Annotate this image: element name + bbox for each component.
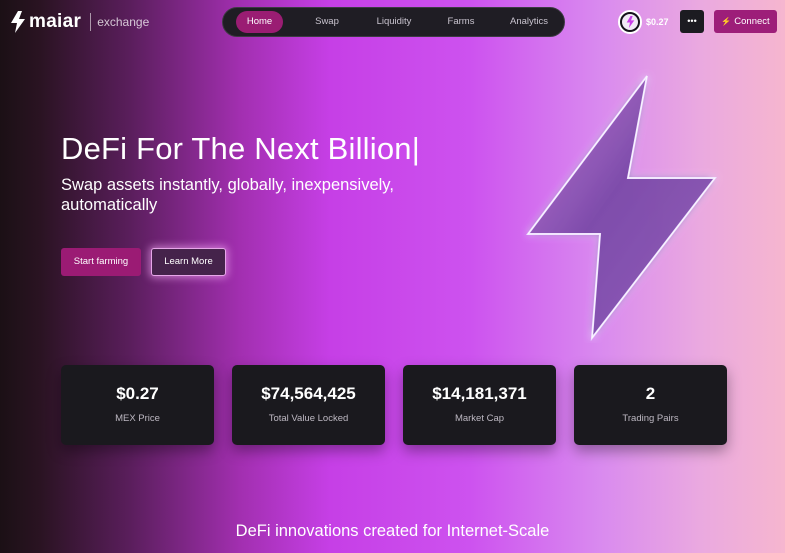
stat-value: 2 <box>645 384 656 403</box>
stat-label: MEX Price <box>115 413 160 424</box>
stat-label: Market Cap <box>454 413 505 424</box>
learn-more-button[interactable]: Learn More <box>151 248 226 276</box>
nav-item-farms[interactable]: Farms <box>436 11 486 33</box>
bolt-logo-icon <box>11 11 25 33</box>
stat-card-market-cap: $14,181,371 Market Cap <box>403 365 556 445</box>
start-farming-button[interactable]: Start farming <box>61 248 141 276</box>
mex-price-chip[interactable]: $0.27 <box>618 9 669 35</box>
connect-button[interactable]: ⚡ Connect <box>714 10 777 33</box>
brand-logo[interactable]: maiar exchange <box>10 10 149 34</box>
brand-sub: exchange <box>97 15 150 29</box>
bolt-icon: ⚡ <box>721 17 732 26</box>
more-menu-button[interactable]: ••• <box>680 10 704 33</box>
nav-item-swap[interactable]: Swap <box>302 11 352 33</box>
nav-item-liquidity[interactable]: Liquidity <box>367 11 421 33</box>
nav-item-home[interactable]: Home <box>236 11 283 33</box>
hero-title: DeFi For The Next Billion| <box>61 131 420 166</box>
stat-card-trading-pairs: 2 Trading Pairs <box>574 365 727 445</box>
connect-label: Connect <box>734 16 770 27</box>
stat-value: $0.27 <box>116 384 159 403</box>
stat-card-mex-price: $0.27 MEX Price <box>61 365 214 445</box>
stat-card-tvl: $74,564,425 Total Value Locked <box>232 365 385 445</box>
mex-price-value: $0.27 <box>646 17 669 27</box>
stat-value: $74,564,425 <box>261 384 356 403</box>
hero-subtitle: Swap assets instantly, globally, inexpen… <box>61 176 394 214</box>
stat-label: Total Value Locked <box>268 413 349 424</box>
stat-label: Trading Pairs <box>622 413 679 424</box>
section-tagline: DeFi innovations created for Internet-Sc… <box>235 522 550 540</box>
mex-token-icon <box>618 10 642 34</box>
hero-bolt-icon <box>525 75 718 342</box>
brand-name: maiar <box>29 11 82 32</box>
brand-divider <box>90 13 92 31</box>
main-nav: Home Swap Liquidity Farms Analytics <box>222 7 565 37</box>
nav-item-analytics[interactable]: Analytics <box>501 11 557 33</box>
stat-value: $14,181,371 <box>432 384 527 403</box>
